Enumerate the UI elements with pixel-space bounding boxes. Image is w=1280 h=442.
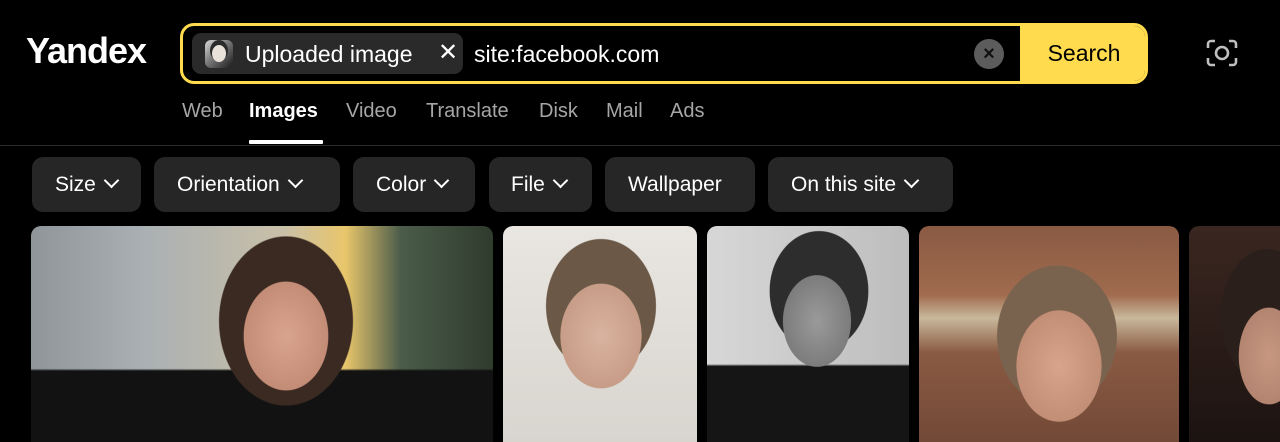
tab-mail[interactable]: Mail: [606, 100, 643, 123]
filter-label: Color: [376, 173, 427, 196]
tab-web[interactable]: Web: [182, 100, 223, 123]
filter-color[interactable]: Color: [353, 157, 475, 212]
uploaded-image-chip[interactable]: Uploaded image ✕: [192, 33, 463, 74]
chevron-down-icon: [103, 172, 120, 189]
filter-label: File: [511, 173, 545, 196]
result-image[interactable]: [919, 226, 1179, 442]
filter-label: Orientation: [177, 173, 280, 196]
clear-circle-icon[interactable]: ×: [974, 39, 1004, 69]
search-button[interactable]: Search: [1020, 26, 1145, 81]
chip-label: Uploaded image: [245, 41, 413, 67]
result-image[interactable]: [707, 226, 909, 442]
chevron-down-icon: [433, 172, 450, 189]
filter-wallpaper[interactable]: Wallpaper: [605, 157, 755, 212]
yandex-images-page: Yandex Uploaded image ✕ site:facebook.co…: [0, 0, 1280, 442]
header-divider: [0, 145, 1280, 146]
chevron-down-icon: [287, 172, 304, 189]
result-image[interactable]: [1189, 226, 1280, 442]
search-input[interactable]: site:facebook.com: [474, 41, 659, 68]
result-image[interactable]: [31, 226, 493, 442]
result-image[interactable]: [503, 226, 697, 442]
active-tab-indicator: [249, 140, 323, 144]
filter-file[interactable]: File: [489, 157, 592, 212]
filter-on-this-site[interactable]: On this site: [768, 157, 953, 212]
tab-disk[interactable]: Disk: [539, 100, 578, 123]
filter-label: On this site: [791, 173, 897, 196]
chevron-down-icon: [903, 172, 920, 189]
yandex-logo[interactable]: Yandex: [26, 30, 147, 72]
filter-label: Size: [55, 173, 96, 196]
close-icon[interactable]: ✕: [438, 39, 458, 67]
filter-size[interactable]: Size: [32, 157, 141, 212]
filter-label: Wallpaper: [628, 173, 722, 196]
tab-ads[interactable]: Ads: [670, 100, 704, 123]
tab-translate[interactable]: Translate: [426, 100, 509, 123]
search-box[interactable]: Uploaded image ✕ site:facebook.com × Sea…: [180, 23, 1148, 84]
chevron-down-icon: [552, 172, 569, 189]
tab-images[interactable]: Images: [249, 100, 318, 123]
uploaded-image-thumbnail: [205, 40, 233, 68]
camera-search-icon[interactable]: [1205, 37, 1239, 69]
tab-video[interactable]: Video: [346, 100, 397, 123]
filter-orientation[interactable]: Orientation: [154, 157, 340, 212]
